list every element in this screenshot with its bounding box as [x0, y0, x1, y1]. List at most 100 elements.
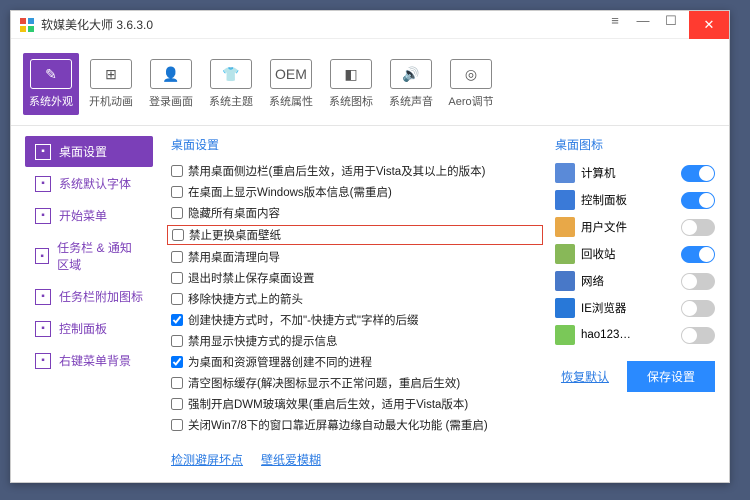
toolbar-item[interactable]: 🔊系统声音: [383, 53, 439, 115]
toolbar-item[interactable]: ◧ 系统图标: [323, 53, 379, 115]
checkbox-input[interactable]: [171, 272, 183, 284]
toolbar-item[interactable]: ⊞开机动画: [83, 53, 139, 115]
checkbox-label: 隐藏所有桌面内容: [188, 205, 280, 221]
toolbar-icon: OEM: [270, 59, 312, 89]
checkbox-row[interactable]: 禁用桌面清理向导: [171, 249, 539, 265]
checkbox-label: 禁用桌面侧边栏(重启后生效，适用于Vista及其以上的版本): [188, 163, 486, 179]
toolbar-label: 系统图标: [329, 93, 373, 109]
toggle-switch[interactable]: [681, 165, 715, 182]
checkbox-input[interactable]: [171, 251, 183, 263]
checkbox-row[interactable]: 隐藏所有桌面内容: [171, 205, 539, 221]
toggle-switch[interactable]: [681, 192, 715, 209]
checkbox-row[interactable]: 关闭Win7/8下的窗口靠近屏幕边缘自动最大化功能 (需重启): [171, 417, 539, 433]
checkbox-input[interactable]: [171, 335, 183, 347]
checkbox-row[interactable]: 创建快捷方式时，不加"-快捷方式"字样的后缀: [171, 312, 539, 328]
desktop-icon: [555, 298, 575, 318]
sidebar-label: 任务栏 & 通知区域: [57, 239, 143, 273]
checkbox-label: 禁用显示快捷方式的提示信息: [188, 333, 338, 349]
checkbox-row[interactable]: 强制开启DWM玻璃效果(重启后生效，适用于Vista版本): [171, 396, 539, 412]
toolbar-item[interactable]: OEM 系统属性: [263, 53, 319, 115]
section-title-right: 桌面图标: [555, 136, 715, 153]
titlebar: 软媒美化大师 3.6.3.0 ≡ — ☐ ✕: [11, 11, 729, 39]
desktop-icon: [555, 244, 575, 264]
toggle-switch[interactable]: [681, 300, 715, 317]
checkbox-row[interactable]: 为桌面和资源管理器创建不同的进程: [171, 354, 539, 370]
desktop-icon-row: 网络: [555, 271, 715, 291]
close-button[interactable]: ✕: [689, 11, 729, 39]
sidebar-icon: ▪: [35, 176, 51, 192]
checkbox-input[interactable]: [171, 186, 183, 198]
sidebar-label: 开始菜单: [59, 207, 107, 224]
restore-defaults-link[interactable]: 恢复默认: [561, 368, 609, 385]
link-wallpaper-blur[interactable]: 壁纸爱模糊: [261, 451, 321, 468]
toolbar-icon: ⊞: [90, 59, 132, 89]
desktop-icon-row: 控制面板: [555, 190, 715, 210]
sidebar-icon: ▪: [35, 248, 49, 264]
settings-icon[interactable]: ≡: [601, 11, 629, 31]
app-logo-icon: [19, 17, 35, 33]
desktop-icon-label: hao123…: [581, 329, 675, 341]
checkbox-row[interactable]: 禁用桌面侧边栏(重启后生效，适用于Vista及其以上的版本): [171, 163, 539, 179]
checkbox-row[interactable]: 清空图标缓存(解决图标显示不正常问题，重启后生效): [171, 375, 539, 391]
checkbox-label: 移除快捷方式上的箭头: [188, 291, 303, 307]
toolbar-item[interactable]: 👕系统主题: [203, 53, 259, 115]
save-button[interactable]: 保存设置: [627, 361, 715, 392]
toolbar-label: 系统外观: [29, 93, 73, 109]
checkbox-label: 为桌面和资源管理器创建不同的进程: [188, 354, 372, 370]
desktop-icon-label: 网络: [581, 273, 675, 289]
checkbox-input[interactable]: [171, 165, 183, 177]
sidebar-item[interactable]: ▪ 任务栏 & 通知区域: [25, 232, 153, 280]
desktop-icon: [555, 325, 575, 345]
sidebar-item[interactable]: ▪右键菜单背景: [25, 345, 153, 376]
toolbar-item[interactable]: ◎Aero调节: [443, 53, 499, 115]
sidebar-item[interactable]: ▪ 开始菜单: [25, 200, 153, 231]
checkbox-row[interactable]: 禁止更换桌面壁纸: [167, 225, 543, 245]
toolbar-icon: ◧: [330, 59, 372, 89]
checkbox-input[interactable]: [172, 229, 184, 241]
toolbar-label: 登录画面: [149, 93, 193, 109]
desktop-icon-row: 回收站: [555, 244, 715, 264]
checkbox-row[interactable]: 移除快捷方式上的箭头: [171, 291, 539, 307]
desktop-icon: [555, 217, 575, 237]
toolbar-label: 系统属性: [269, 93, 313, 109]
toolbar-icon: 🔊: [390, 59, 432, 89]
checkbox-row[interactable]: 禁用显示快捷方式的提示信息: [171, 333, 539, 349]
sidebar-label: 控制面板: [59, 320, 107, 337]
toggle-switch[interactable]: [681, 273, 715, 290]
desktop-icon-row: 计算机: [555, 163, 715, 183]
sidebar-icon: ▪: [35, 321, 51, 337]
checkbox-input[interactable]: [171, 293, 183, 305]
minimize-button[interactable]: —: [629, 11, 657, 31]
sidebar-label: 任务栏附加图标: [59, 288, 143, 305]
checkbox-input[interactable]: [171, 398, 183, 410]
desktop-icon-row: 用户文件: [555, 217, 715, 237]
toggle-switch[interactable]: [681, 219, 715, 236]
sidebar-icon: ▪: [35, 289, 51, 305]
sidebar-item[interactable]: ▪ 任务栏附加图标: [25, 281, 153, 312]
sidebar-item[interactable]: ▪系统默认字体: [25, 168, 153, 199]
toggle-switch[interactable]: [681, 327, 715, 344]
checkbox-label: 禁止更换桌面壁纸: [189, 227, 281, 243]
sidebar-item[interactable]: ▪ 控制面板: [25, 313, 153, 344]
maximize-button[interactable]: ☐: [657, 11, 685, 31]
sidebar-item[interactable]: ▪桌面设置: [25, 136, 153, 167]
checkbox-label: 禁用桌面清理向导: [188, 249, 280, 265]
checkbox-input[interactable]: [171, 419, 183, 431]
link-check-pixels[interactable]: 检测避屏坏点: [171, 451, 243, 468]
toggle-switch[interactable]: [681, 246, 715, 263]
toolbar-item[interactable]: 👤登录画面: [143, 53, 199, 115]
checkbox-input[interactable]: [171, 377, 183, 389]
checkbox-row[interactable]: 在桌面上显示Windows版本信息(需重启): [171, 184, 539, 200]
desktop-icon: [555, 190, 575, 210]
checkbox-input[interactable]: [171, 207, 183, 219]
checkbox-input[interactable]: [171, 314, 183, 326]
sidebar-label: 桌面设置: [59, 143, 107, 160]
desktop-icon-row: hao123…: [555, 325, 715, 345]
checkbox-row[interactable]: 退出时禁止保存桌面设置: [171, 270, 539, 286]
section-title-left: 桌面设置: [171, 136, 539, 153]
sidebar-icon: ▪: [35, 353, 51, 369]
checkbox-input[interactable]: [171, 356, 183, 368]
sidebar-icon: ▪: [35, 208, 51, 224]
toolbar-item[interactable]: ✎系统外观: [23, 53, 79, 115]
checkbox-label: 创建快捷方式时，不加"-快捷方式"字样的后缀: [188, 312, 419, 328]
